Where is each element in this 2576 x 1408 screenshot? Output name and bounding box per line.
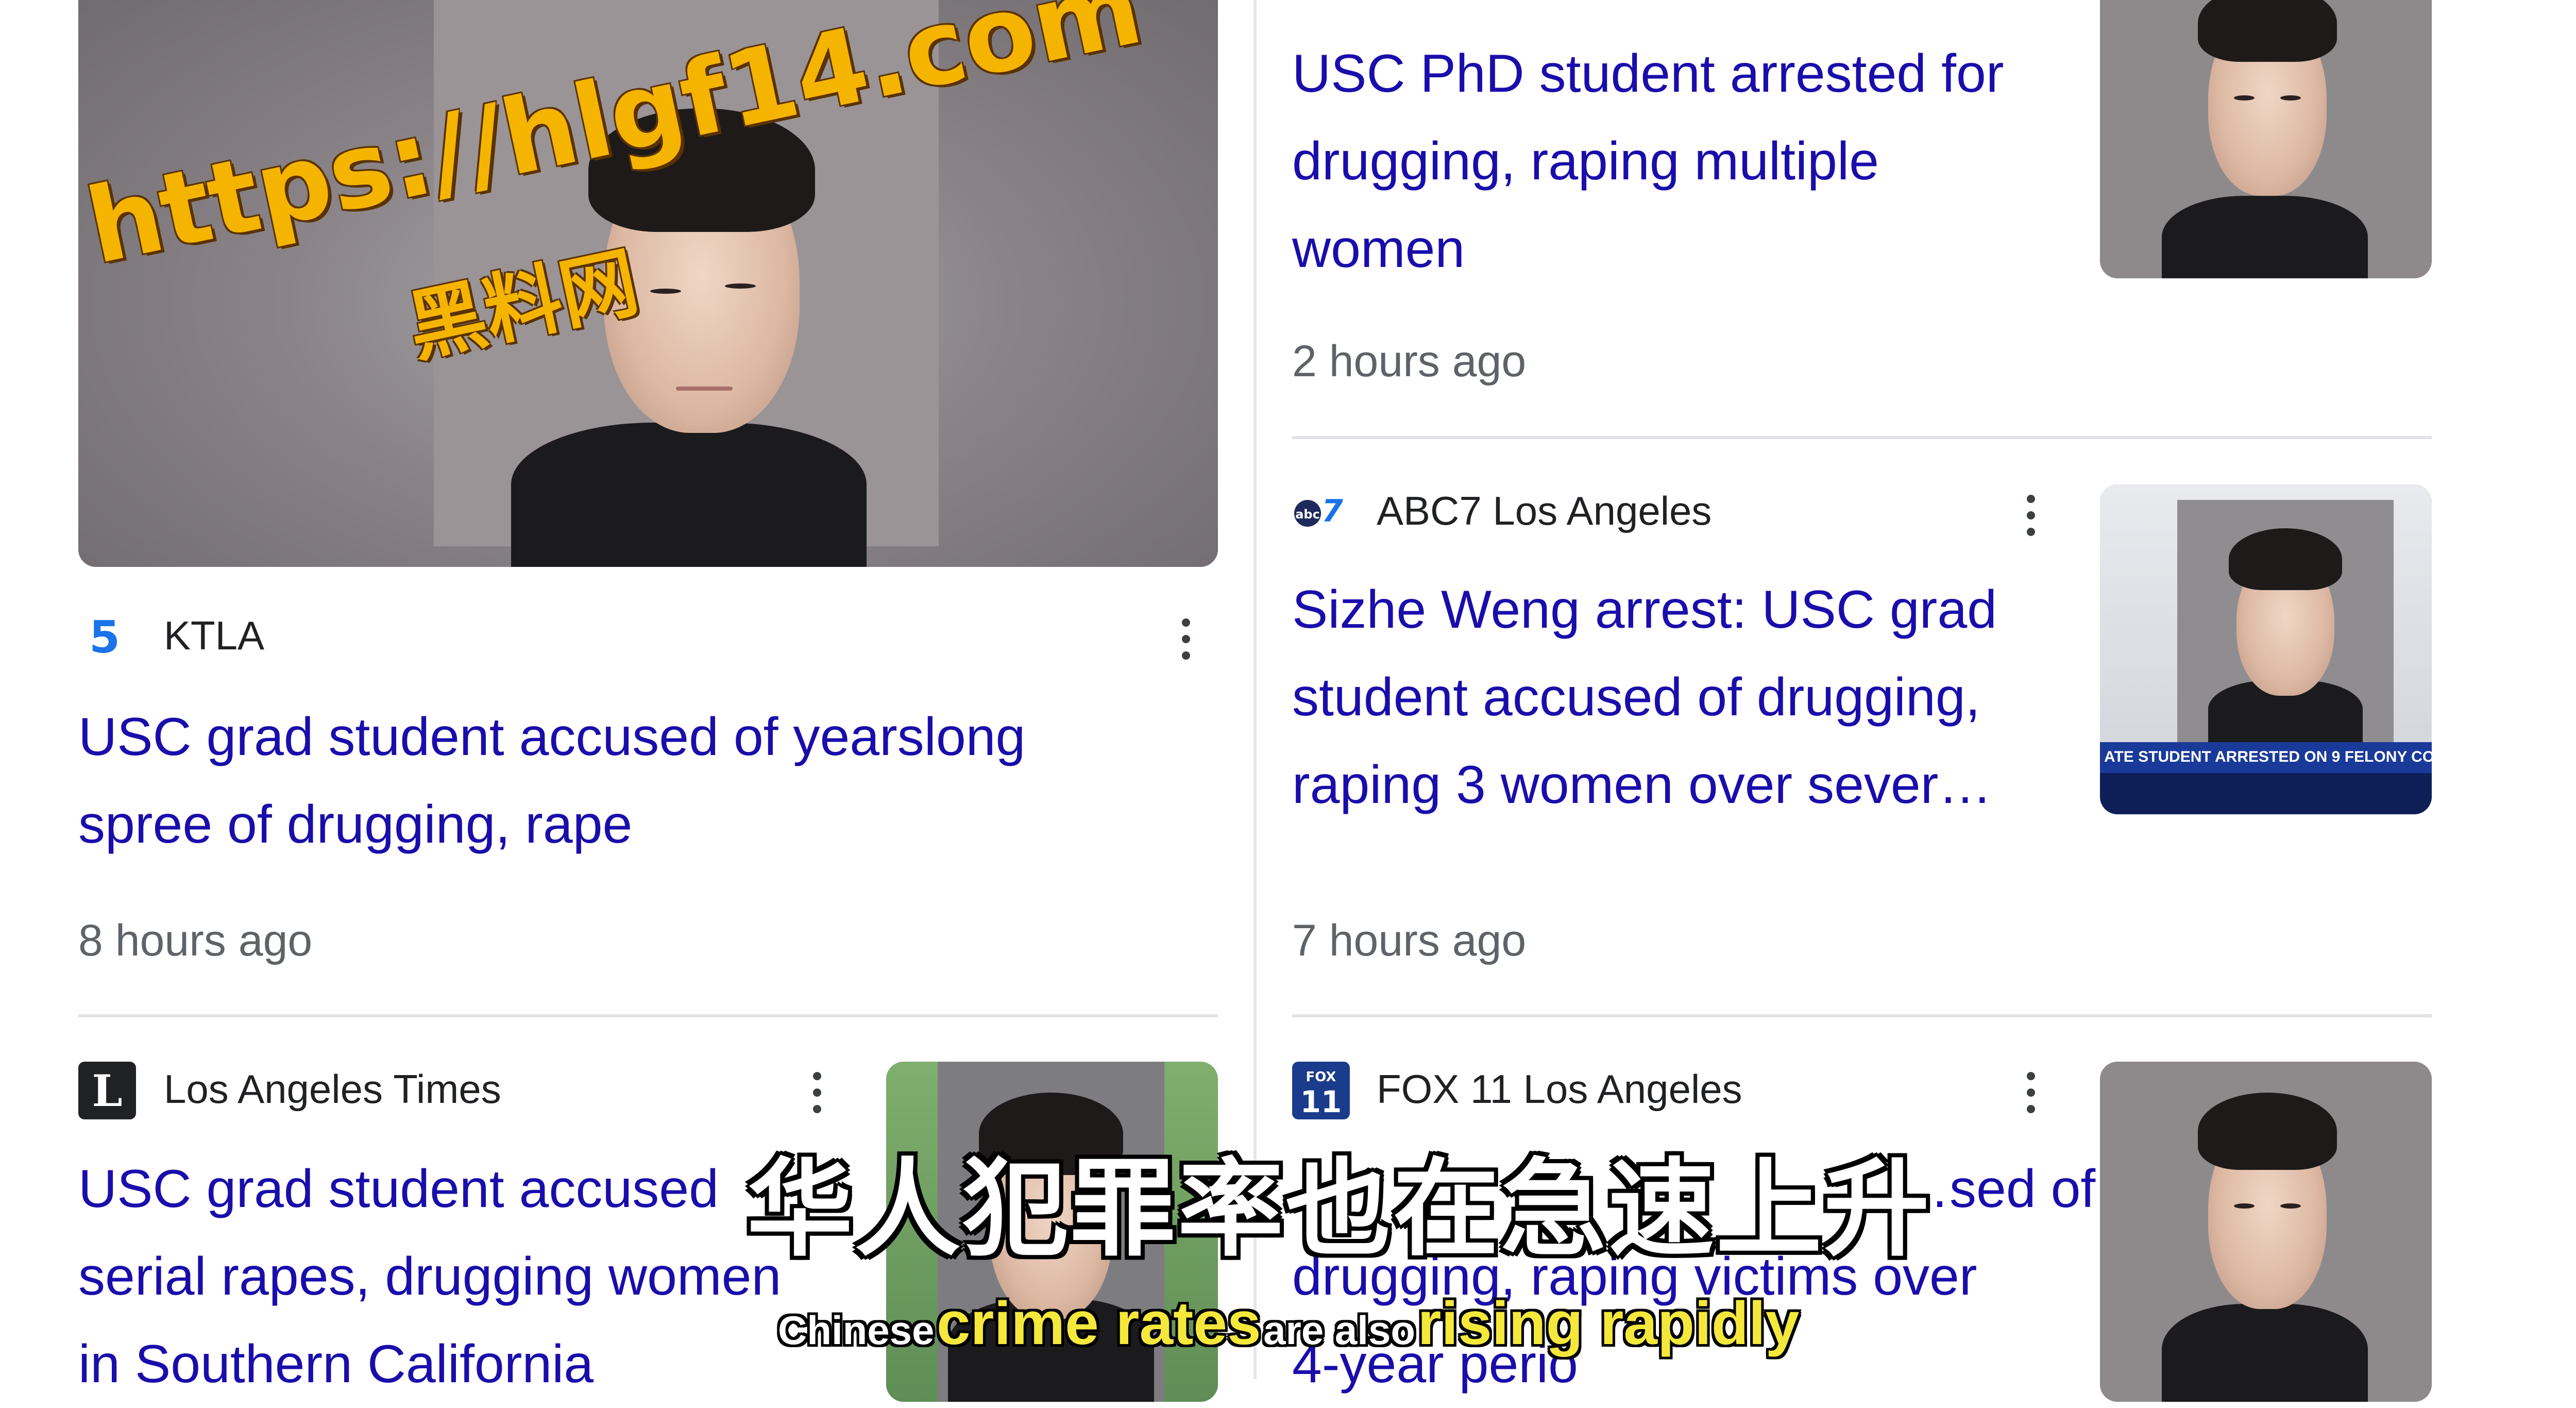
svg-text:abc: abc bbox=[1295, 507, 1320, 522]
headline-line-1[interactable]: USC PhD student arrested for bbox=[1292, 30, 2004, 118]
subtitle-word: rising rapidly bbox=[1417, 1289, 1800, 1357]
separator bbox=[1292, 436, 2432, 439]
abc7-logo-icon: abc 7 bbox=[1292, 491, 1346, 532]
ktla-5-logo-icon: 5 bbox=[82, 614, 127, 659]
subtitle-chinese: 华人犯罪率也在急速上升 bbox=[747, 1148, 1931, 1271]
fox11-logo-icon: FOX 11 bbox=[1292, 1062, 1350, 1119]
headline-line-1[interactable]: Sizhe Weng arrest: USC grad bbox=[1292, 566, 1997, 653]
headline-line-2[interactable]: spree of drugging, rape bbox=[78, 781, 632, 868]
svg-text:L: L bbox=[92, 1065, 122, 1116]
story-thumbnail-abc7[interactable]: ATE STUDENT ARRESTED ON 9 FELONY COU bbox=[2100, 484, 2432, 814]
source-name[interactable]: FOX 11 Los Angeles bbox=[1377, 1066, 1742, 1113]
source-name[interactable]: KTLA bbox=[164, 612, 264, 659]
svg-text:FOX: FOX bbox=[1306, 1069, 1336, 1085]
more-options-icon[interactable] bbox=[1176, 608, 1196, 670]
news-ticker: ATE STUDENT ARRESTED ON 9 FELONY COU bbox=[2100, 742, 2432, 773]
subtitle-word: Chinese bbox=[778, 1308, 935, 1353]
source-name[interactable]: ABC7 Los Angeles bbox=[1377, 488, 1711, 534]
headline-line-1[interactable]: USC grad student accused of yearslong bbox=[78, 693, 1025, 781]
separator bbox=[1292, 1014, 2432, 1017]
source-name[interactable]: Los Angeles Times bbox=[164, 1066, 501, 1113]
story-thumbnail-fox11[interactable] bbox=[2100, 1062, 2432, 1402]
headline-line-3[interactable]: raping 3 women over sever… bbox=[1292, 741, 1992, 829]
more-options-icon[interactable] bbox=[807, 1062, 827, 1124]
headline-line-2[interactable]: serial rapes, drugging women bbox=[78, 1233, 781, 1320]
subtitle-word: are also bbox=[1263, 1308, 1415, 1353]
timestamp: 7 hours ago bbox=[1292, 916, 1527, 965]
svg-text:5: 5 bbox=[89, 614, 120, 659]
separator bbox=[78, 1014, 1218, 1017]
news-ticker-text: ATE STUDENT ARRESTED ON 9 FELONY COU bbox=[2104, 748, 2432, 765]
la-times-logo-icon: L bbox=[78, 1062, 136, 1119]
svg-text:7: 7 bbox=[1321, 493, 1343, 529]
svg-text:11: 11 bbox=[1300, 1084, 1342, 1119]
timestamp: 8 hours ago bbox=[78, 916, 313, 965]
headline-line-3[interactable]: in Southern California bbox=[78, 1320, 594, 1408]
subtitle-word: crime rates bbox=[936, 1289, 1261, 1357]
headline-line-2[interactable]: student accused of drugging, bbox=[1292, 653, 1980, 741]
timestamp: 2 hours ago bbox=[1292, 337, 1527, 386]
headline-line-1[interactable]: USC grad student accused bbox=[78, 1145, 719, 1233]
story-thumbnail-card1[interactable] bbox=[2100, 0, 2432, 278]
headline-line-3[interactable]: women bbox=[1292, 205, 1465, 293]
more-options-icon[interactable] bbox=[2021, 484, 2041, 546]
headline-line-2[interactable]: drugging, raping multiple bbox=[1292, 118, 1879, 205]
more-options-icon[interactable] bbox=[2021, 1062, 2041, 1124]
subtitle-english: Chinese crime rates are also rising rapi… bbox=[778, 1288, 1799, 1359]
